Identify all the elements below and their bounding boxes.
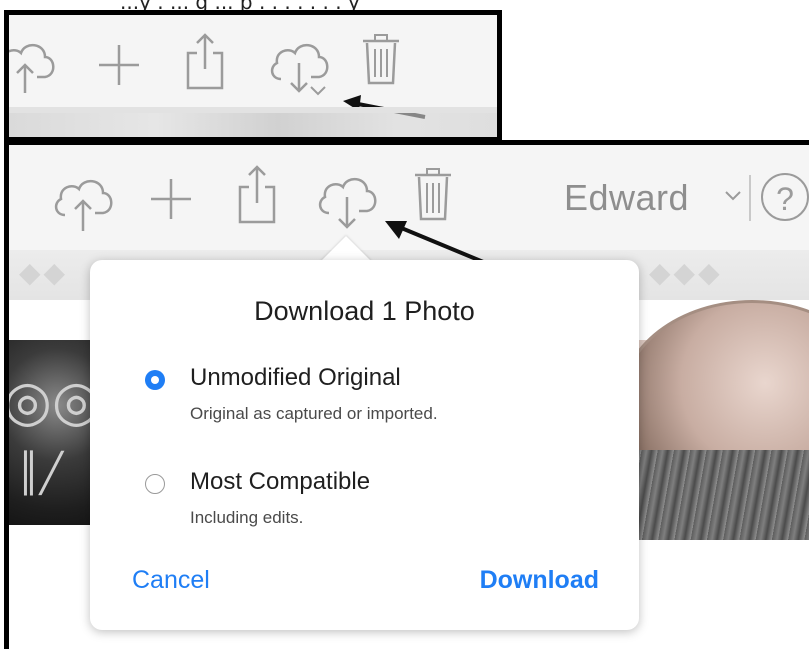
page: ...y . ... g ... p . . . . . . . y Edwar…	[0, 0, 809, 649]
plus-icon[interactable]	[149, 177, 193, 221]
photo-thumbnail[interactable]	[609, 300, 809, 540]
chevron-down-icon[interactable]	[724, 190, 742, 202]
share-icon[interactable]	[185, 31, 225, 91]
band-texture: ◆◆◆	[649, 256, 723, 289]
toolbar-screenshot-1	[4, 10, 502, 142]
option-label[interactable]: Most Compatible	[190, 468, 370, 496]
trash-icon[interactable]	[361, 33, 401, 87]
chevron-down-icon[interactable]	[309, 85, 327, 97]
toolbar-separator	[749, 175, 751, 221]
download-cloud-icon[interactable]	[315, 169, 381, 233]
upload-cloud-icon[interactable]	[51, 171, 117, 233]
photo-strip	[9, 113, 497, 137]
trash-icon[interactable]	[413, 167, 453, 223]
account-menu-button[interactable]: Edward	[564, 177, 689, 219]
download-button[interactable]: Download	[480, 566, 599, 595]
cancel-button[interactable]: Cancel	[132, 566, 210, 595]
plus-icon[interactable]	[97, 43, 141, 87]
radio-button-unselected[interactable]	[145, 474, 165, 494]
upload-cloud-icon[interactable]	[4, 35, 59, 95]
download-dialog: Download 1 Photo Unmodified Original Ori…	[90, 260, 639, 630]
coin-detail: ║╱	[17, 450, 63, 495]
radio-button-selected[interactable]	[145, 370, 165, 390]
popover-arrow	[320, 236, 372, 262]
option-description: Original as captured or imported.	[190, 404, 438, 423]
option-label[interactable]: Unmodified Original	[190, 364, 401, 392]
share-icon[interactable]	[237, 163, 277, 225]
dialog-title: Download 1 Photo	[254, 296, 475, 326]
band-texture: ◆◆	[19, 256, 69, 289]
option-description: Including edits.	[190, 508, 304, 527]
help-icon[interactable]: ?	[761, 173, 809, 221]
coin-detail: ◎◎	[4, 368, 101, 434]
photo-background	[609, 450, 809, 540]
